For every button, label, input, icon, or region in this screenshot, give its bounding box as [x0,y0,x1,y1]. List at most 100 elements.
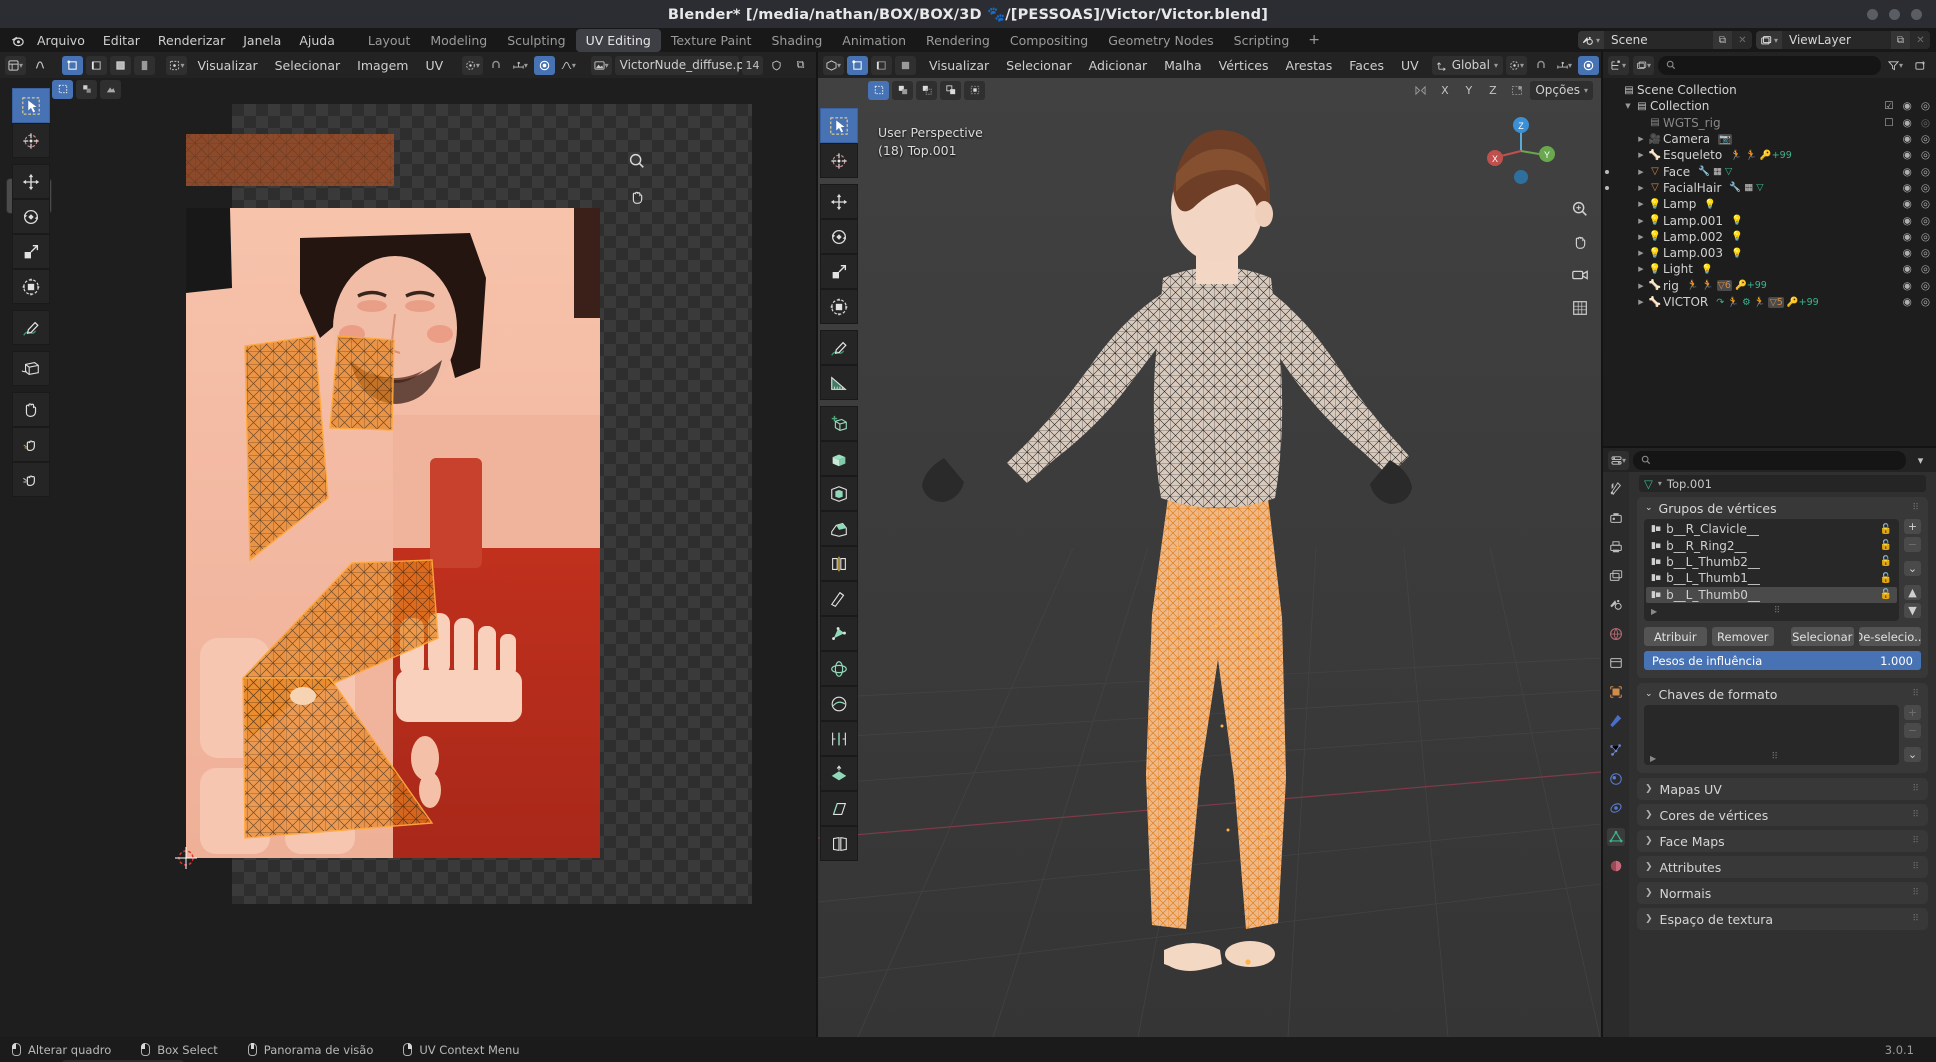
outliner-badge-icon[interactable]: 🔧 [1698,166,1710,177]
poly-build-icon[interactable] [820,616,858,651]
snap-magnet-icon[interactable] [486,56,507,75]
outliner-badge-icon[interactable]: 💡 [1731,215,1743,226]
collapsed-panel-espa-o-de-textura[interactable]: ❯ Espaço de textura ⠿ [1637,908,1928,931]
outliner-row-lamp-003[interactable]: ▶ 💡 Lamp.003 💡 ◉ ◎ [1603,245,1936,261]
outliner-row-face[interactable]: ▶ ▽ Face 🔧 ▦ ▽ ◉ ◎ [1603,163,1936,179]
edge-select-icon[interactable] [85,55,107,75]
outliner-row-scene-collection[interactable]: ▤ Scene Collection [1603,82,1936,98]
collapsed-panel-normais[interactable]: ❯ Normais ⠿ [1637,882,1928,905]
outliner-display-icon[interactable]: ▾ [1608,55,1630,75]
divider-uv-viewport[interactable] [816,52,818,1037]
camera-icon[interactable]: ◎ [1921,198,1930,210]
workspace-tab-geometry-nodes[interactable]: Geometry Nodes [1098,29,1223,52]
mirror-axis-y[interactable]: Y [1458,81,1479,100]
shield-icon[interactable] [766,56,787,75]
properties-search-input[interactable] [1633,450,1906,470]
plus-icon[interactable]: + [1904,705,1921,721]
mirror-axis-x[interactable]: X [1434,81,1455,100]
outliner-row-wgts-rig[interactable]: ▤ WGTS_rig ☐ ◉ ◎ [1603,115,1936,131]
disclosure-triangle-icon[interactable]: ▶ [1635,135,1647,143]
outliner-badge-icon[interactable]: 🏃 [1727,297,1739,308]
camera-icon[interactable]: ◎ [1921,100,1930,112]
island-select-icon[interactable] [133,55,155,75]
vertex-group-item[interactable]: ▮▪ b__R_Ring2__ 🔓 [1646,537,1897,553]
camera-icon[interactable]: ◎ [1921,263,1930,275]
vertex-group-item[interactable]: ▮▪ b__L_Thumb0__ 🔓 [1646,586,1897,603]
mirror-icon[interactable] [1410,81,1431,100]
vertex-group-list[interactable]: ▮▪ b__R_Clavicle__ 🔓 ▮▪ b__R_Ring2__ 🔓 ▮▪ b__L_… [1644,519,1899,622]
disclosure-triangle-icon[interactable]: ▼ [1622,102,1634,110]
eye-icon[interactable]: ◉ [1903,280,1912,292]
outliner-row-facialhair[interactable]: ▶ ▽ FacialHair 🔧 ▦ ▽ ◉ ◎ [1603,180,1936,196]
properties-tab-scene[interactable] [1607,596,1625,614]
vp-menu-uv[interactable]: UV [1394,56,1426,75]
vertex-select-icon[interactable] [847,55,868,75]
disclosure-triangle-icon[interactable]: ▶ [1635,249,1647,257]
rotate-icon[interactable] [12,199,50,234]
eye-icon[interactable]: ◉ [1903,133,1912,145]
camera-icon[interactable]: ◎ [1921,247,1930,259]
disclosure-triangle-icon[interactable]: ▶ [1635,168,1647,176]
shape-keys-list[interactable]: ▶ ⠿ [1644,705,1899,766]
camera-icon[interactable]: ◎ [1921,231,1930,243]
outliner-row-light[interactable]: ▶ 💡 Light 💡 ◉ ◎ [1603,261,1936,277]
select-button[interactable]: Selecionar [1791,627,1854,647]
properties-tab-object[interactable] [1607,683,1625,701]
outliner-badge-icon[interactable]: 🔑+99 [1735,280,1767,291]
eye-icon[interactable]: ◉ [1903,296,1912,308]
select-subtract-icon[interactable] [916,80,937,100]
uv-editor-type-button[interactable]: ▾ [5,55,26,75]
vp-menu-visualizar[interactable]: Visualizar [922,56,996,75]
outliner-badge-icon[interactable]: 🏃 [1745,150,1757,161]
zoom-icon[interactable] [626,150,648,172]
disclosure-triangle-icon[interactable]: ▶ [1635,233,1647,241]
properties-tab-tool[interactable] [1607,480,1625,498]
maximize-button[interactable] [1889,8,1900,20]
viewlayer-selector[interactable]: ▾ ViewLayer ⧉ ✕ [1756,31,1930,49]
outliner-badge-icon[interactable]: 🏃 [1687,280,1699,291]
eye-icon[interactable]: ◉ [1903,149,1912,161]
unlocked-icon[interactable]: 🔓 [1880,556,1892,567]
properties-breadcrumb[interactable]: ▽ ▾ Top.001 [1639,475,1926,492]
collapsed-panel-mapas-uv[interactable]: ❯ Mapas UV ⠿ [1637,778,1928,801]
move-icon[interactable] [12,164,50,199]
vp-menu-arestas[interactable]: Arestas [1279,56,1340,75]
outliner-badge-icon[interactable]: ▽5 [1768,296,1784,308]
cursor-icon[interactable] [820,143,858,178]
eye-icon[interactable]: ◉ [1903,182,1912,194]
divider-viewport-right[interactable] [1601,52,1603,1037]
outliner-badge-icon[interactable]: ▦ [1744,182,1753,193]
scale-icon[interactable] [12,234,50,269]
vertex-group-item[interactable]: ▮▪ b__R_Clavicle__ 🔓 [1646,521,1897,537]
weight-slider[interactable]: Pesos de influência 1.000 [1644,651,1921,671]
camera-view-icon[interactable] [1569,264,1591,286]
disclosure-triangle-icon[interactable]: ▶ [1635,151,1647,159]
3d-viewport-type-button[interactable]: ▾ [823,55,844,75]
spin-icon[interactable] [820,651,858,686]
viewport-canvas[interactable]: User Perspective (18) Top.001 Z X Y [818,78,1601,1037]
workspace-tab-layout[interactable]: Layout [358,29,421,52]
tweak-select-box-icon[interactable] [12,88,50,123]
unlocked-icon[interactable]: 🔓 [1880,589,1892,600]
eye-icon[interactable]: ◉ [1903,215,1912,227]
chevron-down-icon[interactable]: ⌄ [1904,561,1921,576]
properties-editor-type-button[interactable]: ▾ [1608,450,1630,470]
workspace-tab-uv-editing[interactable]: UV Editing [575,28,661,52]
uv-menu-visualizar[interactable]: Visualizar [190,56,264,75]
pivot-point-icon[interactable]: ▾ [1506,55,1527,75]
move-up-icon[interactable]: ▲ [1904,585,1921,600]
outliner-badge-icon[interactable]: 💡 [1731,248,1743,259]
properties-tab-viewlayer[interactable] [1607,567,1625,585]
disclosure-triangle-icon[interactable]: ▶ [1635,282,1647,290]
outliner-badge-icon[interactable]: 💡 [1704,199,1716,210]
camera-icon[interactable]: ◎ [1921,133,1930,145]
tweak-select-box-icon[interactable] [820,108,858,143]
outliner-badge-icon[interactable]: 🏃 [1730,150,1742,161]
uv-pivot-point-button[interactable]: ▾ [461,55,483,75]
workspace-tab-modeling[interactable]: Modeling [420,29,497,52]
shrink-fatten-icon[interactable] [820,756,858,791]
toggle-ortho-icon[interactable] [1569,297,1591,319]
snap-increment-icon[interactable]: ▾ [510,56,531,75]
eye-icon[interactable]: ◉ [1903,166,1912,178]
outliner-row-victor[interactable]: ▶ 🦴 VICTOR ↷ 🏃 ⚙ 🏃 ▽5 🔑+99 ◉ ◎ [1603,294,1936,310]
